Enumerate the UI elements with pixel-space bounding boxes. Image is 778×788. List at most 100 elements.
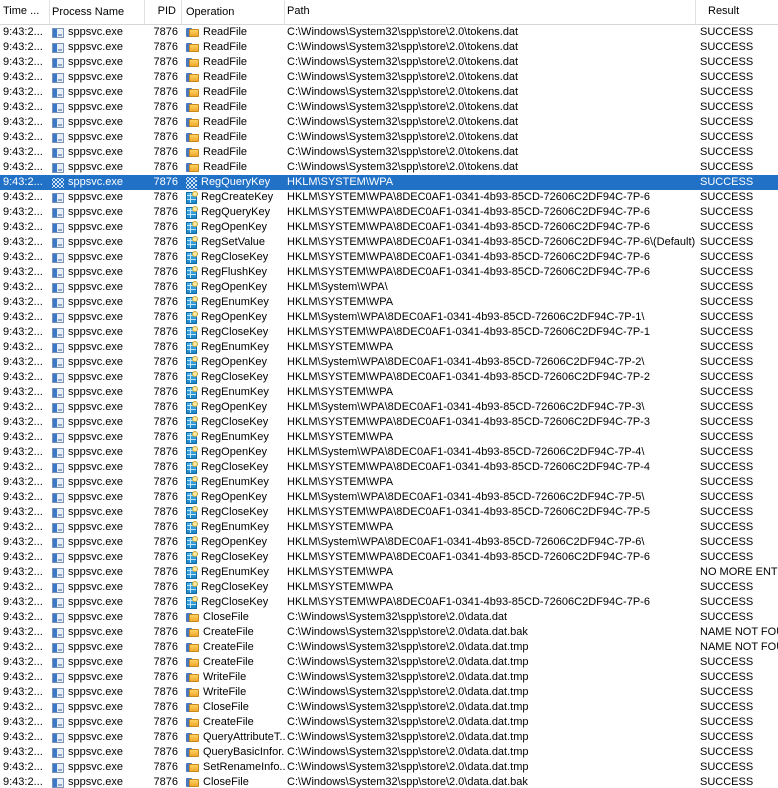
operation-name: CloseFile (203, 610, 249, 625)
table-row[interactable]: 9:43:2... sppsvc.exe 7876 SetRenameInfo.… (0, 760, 778, 775)
column-header-result[interactable]: Result (696, 0, 778, 24)
cell-pid: 7876 (145, 235, 182, 250)
table-row[interactable]: 9:43:2... sppsvc.exe 7876 RegSetValue HK… (0, 235, 778, 250)
cell-path: HKLM\SYSTEM\WPA (285, 565, 696, 580)
cell-time: 9:43:2... (0, 610, 50, 625)
column-header-pid[interactable]: PID (145, 0, 182, 24)
table-row[interactable]: 9:43:2... sppsvc.exe 7876 RegCloseKey HK… (0, 505, 778, 520)
table-row[interactable]: 9:43:2... sppsvc.exe 7876 RegEnumKey HKL… (0, 520, 778, 535)
cell-path: C:\Windows\System32\spp\store\2.0\data.d… (285, 760, 696, 775)
table-row[interactable]: 9:43:2... sppsvc.exe 7876 WriteFile C:\W… (0, 685, 778, 700)
cell-operation: CloseFile (182, 610, 285, 625)
table-row[interactable]: 9:43:2... sppsvc.exe 7876 ReadFile C:\Wi… (0, 40, 778, 55)
table-row[interactable]: 9:43:2... sppsvc.exe 7876 QueryBasicInfo… (0, 745, 778, 760)
table-row[interactable]: 9:43:2... sppsvc.exe 7876 ReadFile C:\Wi… (0, 70, 778, 85)
table-row[interactable]: 9:43:2... sppsvc.exe 7876 RegOpenKey HKL… (0, 490, 778, 505)
cell-time: 9:43:2... (0, 220, 50, 235)
table-row[interactable]: 9:43:2... sppsvc.exe 7876 RegFlushKey HK… (0, 265, 778, 280)
column-header-proc[interactable]: Process Name (50, 0, 145, 24)
column-header-path[interactable]: Path (285, 0, 696, 24)
table-row[interactable]: 9:43:2... sppsvc.exe 7876 RegCloseKey HK… (0, 550, 778, 565)
cell-path: C:\Windows\System32\spp\store\2.0\data.d… (285, 625, 696, 640)
table-row[interactable]: 9:43:2... sppsvc.exe 7876 RegOpenKey HKL… (0, 535, 778, 550)
table-row[interactable]: 9:43:2... sppsvc.exe 7876 ReadFile C:\Wi… (0, 145, 778, 160)
table-row[interactable]: 9:43:2... sppsvc.exe 7876 ReadFile C:\Wi… (0, 100, 778, 115)
cell-result: SUCCESS (696, 190, 778, 205)
cell-operation: RegCloseKey (182, 370, 285, 385)
table-row[interactable]: 9:43:2... sppsvc.exe 7876 RegCloseKey HK… (0, 595, 778, 610)
table-row[interactable]: 9:43:2... sppsvc.exe 7876 RegEnumKey HKL… (0, 430, 778, 445)
table-row[interactable]: 9:43:2... sppsvc.exe 7876 RegOpenKey HKL… (0, 355, 778, 370)
table-row[interactable]: 9:43:2... sppsvc.exe 7876 CreateFile C:\… (0, 655, 778, 670)
table-row[interactable]: 9:43:2... sppsvc.exe 7876 CreateFile C:\… (0, 625, 778, 640)
table-row[interactable]: 9:43:2... sppsvc.exe 7876 RegCreateKey H… (0, 190, 778, 205)
table-row[interactable]: 9:43:2... sppsvc.exe 7876 RegOpenKey HKL… (0, 400, 778, 415)
cell-result: SUCCESS (696, 700, 778, 715)
table-row[interactable]: 9:43:2... sppsvc.exe 7876 CloseFile C:\W… (0, 700, 778, 715)
operation-name: RegCloseKey (201, 325, 268, 340)
cell-path: C:\Windows\System32\spp\store\2.0\tokens… (285, 130, 696, 145)
cell-process: sppsvc.exe (50, 745, 145, 760)
process-exe-icon (52, 598, 64, 608)
process-exe-icon (52, 688, 64, 698)
operation-name: CreateFile (203, 640, 254, 655)
table-row[interactable]: 9:43:2... sppsvc.exe 7876 ReadFile C:\Wi… (0, 25, 778, 40)
cell-result: SUCCESS (696, 445, 778, 460)
cell-time: 9:43:2... (0, 130, 50, 145)
table-row[interactable]: 9:43:2... sppsvc.exe 7876 ReadFile C:\Wi… (0, 85, 778, 100)
cell-pid: 7876 (145, 460, 182, 475)
table-row[interactable]: 9:43:2... sppsvc.exe 7876 RegCloseKey HK… (0, 250, 778, 265)
cell-time: 9:43:2... (0, 25, 50, 40)
cell-pid: 7876 (145, 700, 182, 715)
cell-pid: 7876 (145, 685, 182, 700)
registry-operation-icon (186, 297, 197, 309)
table-row[interactable]: 9:43:2... sppsvc.exe 7876 RegCloseKey HK… (0, 460, 778, 475)
operation-name: RegCloseKey (201, 580, 268, 595)
cell-path: HKLM\SYSTEM\WPA\8DEC0AF1-0341-4b93-85CD-… (285, 595, 696, 610)
cell-process: sppsvc.exe (50, 730, 145, 745)
procmon-window: Time ...Process NamePIDOperationPathResu… (0, 0, 778, 788)
cell-path: HKLM\SYSTEM\WPA\8DEC0AF1-0341-4b93-85CD-… (285, 250, 696, 265)
table-row[interactable]: 9:43:2... sppsvc.exe 7876 QueryAttribute… (0, 730, 778, 745)
operation-name: CloseFile (203, 775, 249, 788)
table-row[interactable]: 9:43:2... sppsvc.exe 7876 ReadFile C:\Wi… (0, 160, 778, 175)
table-row[interactable]: 9:43:2... sppsvc.exe 7876 RegEnumKey HKL… (0, 475, 778, 490)
table-row[interactable]: 9:43:2... sppsvc.exe 7876 ReadFile C:\Wi… (0, 115, 778, 130)
column-header-op[interactable]: Operation (182, 0, 285, 24)
table-row[interactable]: 9:43:2... sppsvc.exe 7876 RegCloseKey HK… (0, 415, 778, 430)
table-row[interactable]: 9:43:2... sppsvc.exe 7876 CreateFile C:\… (0, 640, 778, 655)
cell-process: sppsvc.exe (50, 145, 145, 160)
registry-operation-icon (186, 507, 197, 519)
cell-process: sppsvc.exe (50, 595, 145, 610)
table-row[interactable]: 9:43:2... sppsvc.exe 7876 ReadFile C:\Wi… (0, 130, 778, 145)
process-exe-icon (52, 58, 64, 68)
table-row[interactable]: 9:43:2... sppsvc.exe 7876 RegEnumKey HKL… (0, 385, 778, 400)
table-row[interactable]: 9:43:2... sppsvc.exe 7876 RegOpenKey HKL… (0, 280, 778, 295)
table-row[interactable]: 9:43:2... sppsvc.exe 7876 RegCloseKey HK… (0, 325, 778, 340)
process-exe-icon (52, 748, 64, 758)
table-row[interactable]: 9:43:2... sppsvc.exe 7876 RegQueryKey HK… (0, 175, 778, 190)
table-row[interactable]: 9:43:2... sppsvc.exe 7876 WriteFile C:\W… (0, 670, 778, 685)
event-list[interactable]: 9:43:2... sppsvc.exe 7876 ReadFile C:\Wi… (0, 25, 778, 788)
process-name: sppsvc.exe (68, 655, 123, 670)
cell-path: HKLM\System\WPA\8DEC0AF1-0341-4b93-85CD-… (285, 445, 696, 460)
table-row[interactable]: 9:43:2... sppsvc.exe 7876 RegEnumKey HKL… (0, 565, 778, 580)
table-row[interactable]: 9:43:2... sppsvc.exe 7876 RegEnumKey HKL… (0, 340, 778, 355)
table-row[interactable]: 9:43:2... sppsvc.exe 7876 RegOpenKey HKL… (0, 310, 778, 325)
table-row[interactable]: 9:43:2... sppsvc.exe 7876 RegEnumKey HKL… (0, 295, 778, 310)
table-row[interactable]: 9:43:2... sppsvc.exe 7876 RegOpenKey HKL… (0, 220, 778, 235)
cell-path: HKLM\SYSTEM\WPA\8DEC0AF1-0341-4b93-85CD-… (285, 325, 696, 340)
table-row[interactable]: 9:43:2... sppsvc.exe 7876 RegCloseKey HK… (0, 580, 778, 595)
table-row[interactable]: 9:43:2... sppsvc.exe 7876 CloseFile C:\W… (0, 610, 778, 625)
registry-operation-icon (186, 537, 197, 549)
column-header-time[interactable]: Time ... (0, 0, 50, 24)
table-row[interactable]: 9:43:2... sppsvc.exe 7876 ReadFile C:\Wi… (0, 55, 778, 70)
table-row[interactable]: 9:43:2... sppsvc.exe 7876 CreateFile C:\… (0, 715, 778, 730)
table-row[interactable]: 9:43:2... sppsvc.exe 7876 RegQueryKey HK… (0, 205, 778, 220)
table-row[interactable]: 9:43:2... sppsvc.exe 7876 RegCloseKey HK… (0, 370, 778, 385)
table-row[interactable]: 9:43:2... sppsvc.exe 7876 RegOpenKey HKL… (0, 445, 778, 460)
table-row[interactable]: 9:43:2... sppsvc.exe 7876 CloseFile C:\W… (0, 775, 778, 788)
cell-process: sppsvc.exe (50, 190, 145, 205)
registry-operation-icon (186, 567, 197, 579)
cell-time: 9:43:2... (0, 475, 50, 490)
